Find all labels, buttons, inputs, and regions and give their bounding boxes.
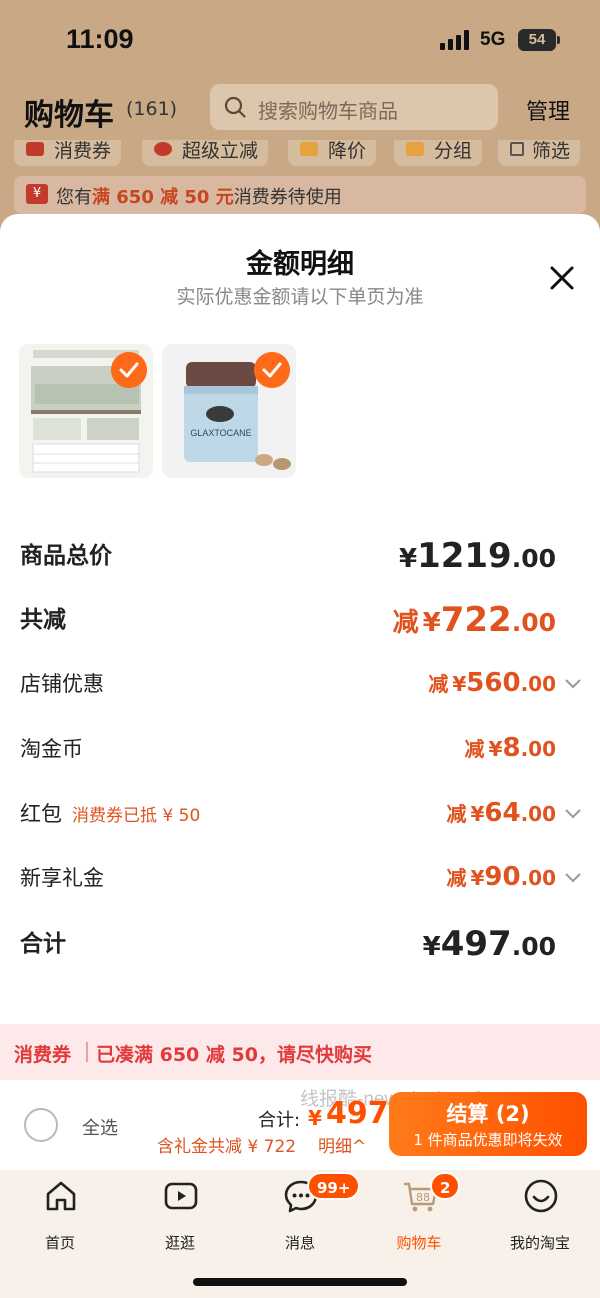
product-thumbnail-glaxtocane[interactable]: GLAXTOCANE <box>162 344 296 478</box>
cart-icon-number: 88 <box>416 1191 430 1204</box>
video-play-icon <box>164 1182 198 1210</box>
sheet-title: 金额明细 <box>246 249 354 280</box>
new-gift-amount: 减 ¥90.00 <box>446 862 556 892</box>
row-red-packet[interactable]: 红包 消费券已抵 ¥ 50 减 ¥64.00 <box>0 798 600 848</box>
select-all-label[interactable]: 全选 <box>82 1114 118 1140</box>
cart-header: 购物车 (161) 搜索购物车商品 管理 <box>0 80 600 140</box>
red-packet-amount: 减 ¥64.00 <box>446 798 556 828</box>
tab-cart[interactable]: 88 2 购物车 <box>364 1172 474 1258</box>
select-all-checkbox[interactable] <box>24 1108 58 1142</box>
manage-button[interactable]: 管理 <box>526 94 570 126</box>
row-new-gift[interactable]: 新享礼金 减 ¥90.00 <box>0 862 600 912</box>
status-bar: 11:09 5G 54 <box>0 0 600 80</box>
home-indicator <box>193 1278 407 1286</box>
filter-chip-label: 超级立减 <box>182 140 259 162</box>
chevron-down-icon[interactable] <box>564 808 582 820</box>
checkout-bar: 全选 线报酷-new.xianbao.fun 合计: ¥ 497 含礼金共减 ¥… <box>0 1080 600 1170</box>
battery-icon: 54 <box>518 29 560 51</box>
checkout-button-sub: 1 件商品优惠即将失效 <box>413 1131 563 1149</box>
status-time: 11:09 <box>66 24 134 54</box>
row-label: 商品总价 <box>20 543 112 569</box>
subtotal-amount: ¥497.00 <box>422 924 556 964</box>
tab-label: 逛逛 <box>164 1234 195 1252</box>
filter-funnel-icon <box>510 142 524 156</box>
total-price-amount: ¥1219.00 <box>398 536 556 576</box>
row-total-price: 商品总价 ¥1219.00 <box>0 536 600 586</box>
filter-chip-super-discount[interactable]: 超级立减 <box>142 140 269 166</box>
home-icon <box>46 1181 76 1211</box>
filter-chip-label: 降价 <box>328 140 367 162</box>
tab-label: 我的淘宝 <box>509 1234 570 1252</box>
filter-chip-label: 消费券 <box>54 140 112 162</box>
filter-chip-group[interactable]: 分组 <box>394 140 483 166</box>
tab-label: 购物车 <box>396 1234 442 1252</box>
tab-label: 消息 <box>284 1234 315 1252</box>
row-subtotal: 合计 ¥497.00 <box>0 924 600 974</box>
row-taojin-coin: 淘金币 减 ¥8.00 <box>0 733 600 783</box>
message-badge: 99+ <box>307 1172 361 1200</box>
product-thumbnail-mattress[interactable] <box>19 344 153 478</box>
row-store-discount[interactable]: 店铺优惠 减 ¥560.00 <box>0 668 600 718</box>
check-icon <box>111 352 147 388</box>
filter-chips: 消费券 超级立减 降价 分组 筛选 <box>0 140 600 168</box>
search-input[interactable]: 搜索购物车商品 <box>210 84 498 130</box>
chevron-down-icon[interactable] <box>564 678 582 690</box>
chevron-down-icon[interactable] <box>564 872 582 884</box>
filter-chip-price-drop[interactable]: 降价 <box>288 140 377 166</box>
filter-chip-filter[interactable]: 筛选 <box>498 140 581 166</box>
coupon-strip-text: 已凑满 650 减 50，请尽快购买 <box>96 1044 372 1066</box>
coupon-banner-text: 您有满 650 减 50 元消费券待使用 <box>56 187 342 208</box>
row-label: 淘金币 <box>20 737 83 761</box>
filter-chip-label: 分组 <box>434 140 473 162</box>
sheet-subtitle: 实际优惠金额请以下单页为准 <box>176 286 424 308</box>
coupon-tag-icon: ¥ <box>26 184 48 204</box>
folder-icon <box>406 142 424 156</box>
filter-chip-coupon[interactable]: 消费券 <box>14 140 122 166</box>
taojin-coin-amount: 减 ¥8.00 <box>464 733 556 763</box>
row-label: 新享礼金 <box>20 866 104 890</box>
close-icon[interactable] <box>546 262 578 294</box>
page-title: 购物车 <box>24 98 114 133</box>
detail-toggle-link[interactable]: 明细^ <box>318 1132 366 1157</box>
checkout-button[interactable]: 结算 (2) 1 件商品优惠即将失效 <box>389 1092 587 1156</box>
search-placeholder: 搜索购物车商品 <box>258 99 398 123</box>
jar-brand-text: GLAXTOCANE <box>190 428 251 438</box>
row-label: 店铺优惠 <box>20 672 104 696</box>
divider <box>86 1042 88 1062</box>
coupon-banner[interactable]: ¥ 您有满 650 减 50 元消费券待使用 <box>14 176 586 214</box>
row-label: 合计 <box>20 931 66 957</box>
network-type: 5G <box>480 29 506 50</box>
store-discount-amount: 减 ¥560.00 <box>428 668 556 698</box>
smile-face-icon <box>524 1179 558 1213</box>
total-discount-amount: 减 ¥722.00 <box>392 600 556 640</box>
tab-messages[interactable]: 99+ 消息 <box>245 1172 361 1258</box>
coupon-strip-label: 消费券 <box>14 1044 72 1066</box>
cart-count: (161) <box>126 98 178 120</box>
signal-icon <box>440 30 470 50</box>
total-value: 497 <box>326 1096 389 1131</box>
total-label: 合计: <box>258 1110 301 1131</box>
tab-my-taobao[interactable]: 我的淘宝 <box>485 1178 595 1258</box>
red-packet-coupon-note: 消费券已抵 ¥ 50 <box>72 806 201 826</box>
filter-chip-label: 筛选 <box>532 140 571 162</box>
row-label: 红包 消费券已抵 ¥ 50 <box>20 802 201 826</box>
total-currency: ¥ <box>308 1106 322 1130</box>
amount-detail-sheet: 金额明细 实际优惠金额请以下单页为准 GLAXTOCANE 商品总价 ¥1219… <box>0 214 600 1080</box>
coupon-icon <box>26 142 44 156</box>
tab-browse[interactable]: 逛逛 <box>125 1178 235 1258</box>
row-label: 共减 <box>20 607 66 633</box>
cart-badge: 2 <box>430 1172 461 1200</box>
tab-home[interactable]: 首页 <box>5 1178 115 1258</box>
search-icon <box>224 96 246 118</box>
gift-discount-text: 含礼金共减 ¥ 722 <box>157 1137 297 1157</box>
down-arrow-icon <box>154 142 172 156</box>
check-icon <box>254 352 290 388</box>
checkout-button-label: 结算 (2) <box>446 1102 530 1126</box>
price-tag-icon <box>300 142 318 156</box>
coupon-progress-strip[interactable]: 消费券 已凑满 650 减 50，请尽快购买 <box>0 1024 600 1080</box>
tab-label: 首页 <box>44 1234 75 1252</box>
row-total-discount: 共减 减 ¥722.00 <box>0 600 600 650</box>
